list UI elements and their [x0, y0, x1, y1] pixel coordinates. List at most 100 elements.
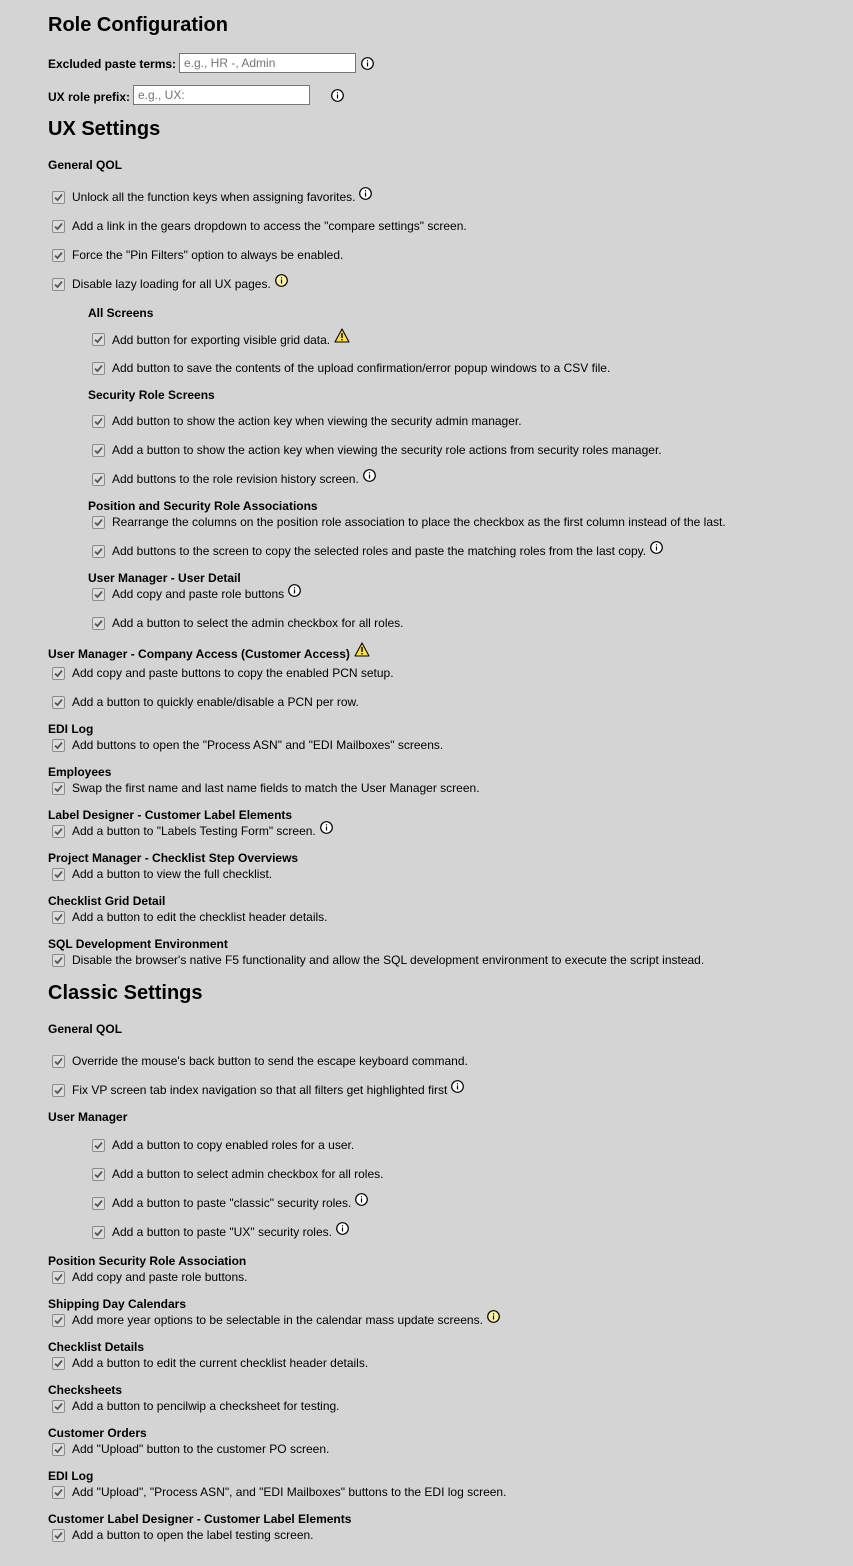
company-access-heading-row: User Manager - Company Access (Customer … [48, 642, 370, 661]
ux-label-designer-heading: Label Designer - Customer Label Elements [48, 808, 293, 822]
classic-opt-tab-index[interactable]: Fix VP screen tab index navigation so th… [52, 1079, 465, 1097]
option-label: Disable the browser's native F5 function… [72, 953, 705, 967]
info-yellow-icon[interactable] [487, 1309, 500, 1323]
checkbox[interactable] [52, 1356, 65, 1370]
classic-opt-pos-copy[interactable]: Add copy and paste role buttons. [52, 1270, 247, 1284]
ux-opt-gears[interactable]: Add a link in the gears dropdown to acce… [52, 219, 467, 233]
checkbox[interactable] [92, 515, 105, 529]
option-label: Add buttons to the screen to copy the se… [112, 544, 647, 558]
info-icon[interactable] [362, 468, 376, 482]
checkbox[interactable] [52, 738, 65, 752]
ux-opt-edi-buttons[interactable]: Add buttons to open the "Process ASN" an… [52, 738, 443, 752]
company-access-heading: User Manager - Company Access (Customer … [48, 646, 350, 661]
ux-prefix-input[interactable] [133, 85, 310, 105]
ux-opt-popup-csv[interactable]: Add button to save the contents of the u… [92, 361, 610, 375]
checkbox[interactable] [52, 1399, 65, 1413]
classic-opt-edi-buttons[interactable]: Add "Upload", "Process ASN", and "EDI Ma… [52, 1485, 506, 1499]
ux-opt-fkeys[interactable]: Unlock all the function keys when assign… [52, 186, 373, 204]
ux-opt-f5[interactable]: Disable the browser's native F5 function… [52, 953, 704, 967]
info-icon[interactable] [359, 186, 373, 200]
info-icon[interactable] [451, 1079, 465, 1093]
ux-settings-title: UX Settings [48, 118, 161, 140]
classic-opt-admin-all[interactable]: Add a button to select admin checkbox fo… [92, 1167, 383, 1181]
info-icon[interactable] [319, 820, 333, 834]
checkbox[interactable] [92, 1225, 105, 1239]
checkbox[interactable] [52, 219, 65, 233]
classic-opt-back-button[interactable]: Override the mouse's back button to send… [52, 1054, 468, 1068]
checkbox[interactable] [52, 1083, 65, 1097]
checkbox[interactable] [92, 616, 105, 630]
classic-opt-copy-roles[interactable]: Add a button to copy enabled roles for a… [92, 1138, 354, 1152]
checkbox[interactable] [52, 1054, 65, 1068]
option-label: Swap the first name and last name fields… [72, 781, 480, 795]
checkbox[interactable] [92, 1196, 105, 1210]
info-icon[interactable] [361, 57, 374, 70]
ux-opt-action-key-roles[interactable]: Add a button to show the action key when… [92, 443, 662, 457]
customer-orders-heading: Customer Orders [48, 1426, 147, 1440]
checkbox[interactable] [52, 248, 65, 262]
warning-icon[interactable] [354, 642, 370, 657]
ux-opt-copy-paste-roles[interactable]: Add buttons to the screen to copy the se… [92, 540, 663, 558]
info-yellow-icon[interactable] [274, 273, 288, 287]
excluded-terms-input[interactable] [179, 53, 356, 73]
option-label: Add a button to select the admin checkbo… [112, 616, 404, 630]
ux-opt-export-grid[interactable]: Add button for exporting visible grid da… [92, 328, 350, 347]
checkbox[interactable] [52, 666, 65, 680]
checkbox[interactable] [52, 1313, 65, 1327]
info-icon[interactable] [650, 540, 663, 554]
checkbox[interactable] [52, 1442, 65, 1456]
checkbox[interactable] [52, 1528, 65, 1542]
ux-opt-action-key-admin[interactable]: Add button to show the action key when v… [92, 414, 522, 428]
checkbox[interactable] [92, 472, 105, 486]
classic-opt-paste-classic[interactable]: Add a button to paste "classic" security… [92, 1192, 369, 1210]
checkbox[interactable] [52, 824, 65, 838]
employees-heading: Employees [48, 765, 112, 779]
classic-opt-paste-ux[interactable]: Add a button to paste "UX" security role… [92, 1221, 349, 1239]
checkbox[interactable] [52, 910, 65, 924]
ux-opt-full-checklist[interactable]: Add a button to view the full checklist. [52, 867, 272, 881]
checkbox[interactable] [92, 361, 105, 375]
classic-opt-checklist-edit[interactable]: Add a button to edit the current checkli… [52, 1356, 368, 1370]
checkbox[interactable] [92, 443, 105, 457]
checkbox[interactable] [52, 277, 65, 291]
ux-opt-copy-paste-buttons[interactable]: Add copy and paste role buttons [92, 583, 302, 601]
excluded-terms-label: Excluded paste terms: [48, 57, 177, 71]
info-icon[interactable] [336, 1221, 349, 1235]
checkbox[interactable] [52, 1270, 65, 1284]
ux-opt-lazy-loading[interactable]: Disable lazy loading for all UX pages. [52, 273, 288, 291]
classic-opt-upload[interactable]: Add "Upload" button to the customer PO s… [52, 1442, 329, 1456]
checkbox[interactable] [92, 414, 105, 428]
option-label: Override the mouse's back button to send… [72, 1054, 468, 1068]
checkbox[interactable] [52, 1485, 65, 1499]
ux-opt-revision-history[interactable]: Add buttons to the role revision history… [92, 468, 376, 486]
ux-opt-admin-all-roles[interactable]: Add a button to select the admin checkbo… [92, 616, 404, 630]
checkbox[interactable] [92, 587, 105, 601]
checkbox[interactable] [92, 333, 105, 346]
option-label: Add copy and paste buttons to copy the e… [72, 666, 394, 680]
info-icon[interactable] [331, 89, 345, 102]
checkbox[interactable] [92, 1167, 105, 1181]
ux-opt-swap-names[interactable]: Swap the first name and last name fields… [52, 781, 480, 795]
ux-general-qol-heading: General QOL [48, 158, 123, 172]
classic-opt-pencilwip[interactable]: Add a button to pencilwip a checksheet f… [52, 1399, 340, 1413]
ux-opt-checklist-header[interactable]: Add a button to edit the checklist heade… [52, 910, 328, 924]
ux-opt-pcn-copy[interactable]: Add copy and paste buttons to copy the e… [52, 666, 394, 680]
ux-opt-pcn-toggle[interactable]: Add a button to quickly enable/disable a… [52, 695, 359, 709]
checkbox[interactable] [52, 953, 65, 967]
ux-opt-rearrange-columns[interactable]: Rearrange the columns on the position ro… [92, 515, 726, 529]
classic-opt-year-options[interactable]: Add more year options to be selectable i… [52, 1309, 500, 1327]
ux-opt-pin-filters[interactable]: Force the "Pin Filters" option to always… [52, 248, 343, 262]
checkbox[interactable] [92, 544, 105, 558]
ux-opt-labels-testing[interactable]: Add a button to "Labels Testing Form" sc… [52, 820, 333, 838]
checkbox[interactable] [52, 867, 65, 881]
checkbox[interactable] [52, 781, 65, 795]
warning-icon[interactable] [334, 328, 350, 343]
info-icon[interactable] [355, 1192, 369, 1206]
classic-opt-label-testing[interactable]: Add a button to open the label testing s… [52, 1528, 314, 1542]
info-icon[interactable] [288, 583, 302, 597]
checkbox[interactable] [52, 190, 65, 204]
security-role-screens-heading: Security Role Screens [88, 388, 215, 402]
checkbox[interactable] [92, 1138, 105, 1152]
option-label: Add button to save the contents of the u… [112, 361, 611, 375]
checkbox[interactable] [52, 695, 65, 709]
